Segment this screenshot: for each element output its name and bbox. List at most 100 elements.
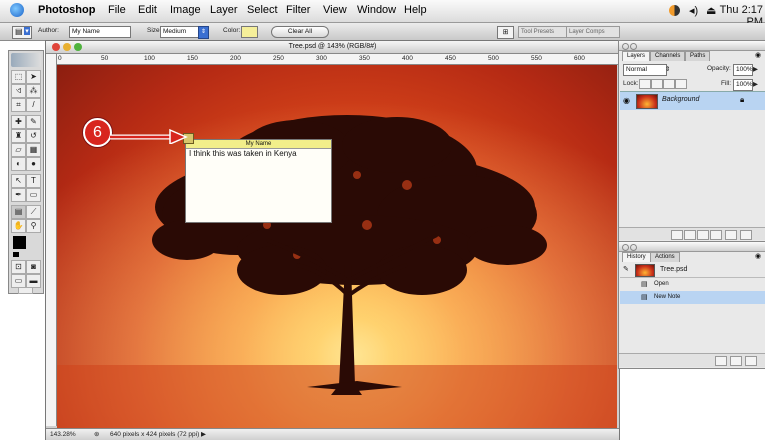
new-snapshot-icon[interactable]: [730, 356, 742, 366]
palette-menu-icon[interactable]: ◉: [755, 252, 761, 260]
screen-mode-icon[interactable]: ▭: [11, 274, 26, 288]
history-brush-tool-icon[interactable]: ↺: [26, 129, 41, 143]
hand-tool-icon[interactable]: ✋: [11, 219, 26, 233]
pen-tool-icon[interactable]: ✒: [11, 188, 26, 202]
palette-menu-icon[interactable]: ◉: [755, 51, 761, 59]
file-browser-icon[interactable]: ⊞: [497, 26, 514, 39]
shape-tool-icon[interactable]: ▭: [26, 188, 41, 202]
eyedropper-tool-icon[interactable]: ⟋: [26, 205, 41, 219]
history-state-label: New Note: [654, 294, 681, 300]
tab-paths[interactable]: Paths: [685, 51, 711, 61]
new-set-icon[interactable]: [697, 230, 709, 240]
healing-brush-tool-icon[interactable]: ✚: [11, 115, 26, 129]
lasso-tool-icon[interactable]: ଏ: [11, 84, 26, 98]
full-screen-mode-icon[interactable]: ▬: [26, 274, 41, 288]
tab-actions[interactable]: Actions: [650, 252, 680, 262]
opacity-arrow-icon[interactable]: ▶: [753, 65, 758, 73]
clone-stamp-tool-icon[interactable]: ♜: [11, 129, 26, 143]
clear-all-button[interactable]: Clear All: [271, 26, 329, 38]
opacity-input[interactable]: 100%: [733, 64, 753, 76]
author-input[interactable]: My Name: [69, 26, 131, 38]
layer-mask-icon[interactable]: [684, 230, 696, 240]
new-document-from-state-icon[interactable]: [715, 356, 727, 366]
note-text[interactable]: I think this was taken in Kenya: [189, 149, 297, 158]
menu-select[interactable]: Select: [247, 4, 278, 16]
gradient-tool-icon[interactable]: ▦: [26, 143, 41, 157]
size-dropdown-icon[interactable]: ⇕: [198, 26, 209, 39]
palette-close-icon[interactable]: [622, 244, 629, 251]
history-palette-titlebar[interactable]: [619, 242, 765, 252]
brush-tool-icon[interactable]: ✎: [26, 115, 41, 129]
status-menu-arrow-icon[interactable]: ▶: [201, 430, 206, 438]
trash-icon[interactable]: [740, 230, 752, 240]
menu-help[interactable]: Help: [404, 4, 427, 16]
ruler-left[interactable]: [46, 54, 57, 426]
standard-mode-icon[interactable]: ⊡: [11, 260, 26, 274]
lock-position-icon[interactable]: [663, 79, 675, 89]
adjustment-layer-icon[interactable]: [710, 230, 722, 240]
dodge-tool-icon[interactable]: ●: [26, 157, 41, 171]
tab-channels[interactable]: Channels: [650, 51, 686, 61]
palette-minimize-icon[interactable]: [630, 43, 637, 50]
menu-view[interactable]: View: [323, 4, 347, 16]
notes-tool-icon[interactable]: ▤: [11, 205, 26, 219]
slice-tool-icon[interactable]: /: [26, 98, 41, 112]
path-selection-tool-icon[interactable]: ↖: [11, 174, 26, 188]
menu-image[interactable]: Image: [170, 4, 201, 16]
adobe-online-icon[interactable]: [11, 53, 41, 67]
history-state-row[interactable]: ▤ Open: [620, 278, 765, 291]
history-state-row-selected[interactable]: ▤ New Note: [620, 291, 765, 304]
palette-close-icon[interactable]: [622, 43, 629, 50]
layer-row-background[interactable]: ◉ Background 🔒︎: [620, 91, 765, 110]
annotation-note[interactable]: My Name I think this was taken in Kenya: [185, 139, 332, 223]
lock-all-icon[interactable]: [675, 79, 687, 89]
blur-tool-icon[interactable]: ◐: [11, 157, 26, 171]
default-colors-icon[interactable]: [13, 252, 19, 257]
ruler-top[interactable]: 0 50 100 150 200 250 300 350 400 450 500…: [56, 54, 619, 65]
zoom-level[interactable]: 143.28%: [50, 431, 76, 438]
lock-transparency-icon[interactable]: [639, 79, 651, 89]
trash-icon[interactable]: [745, 356, 757, 366]
menu-file[interactable]: File: [108, 4, 126, 16]
crop-tool-icon[interactable]: ⌗: [11, 98, 26, 112]
volume-icon[interactable]: ◂): [689, 4, 698, 17]
layers-palette-titlebar[interactable]: [619, 41, 765, 51]
menu-edit[interactable]: Edit: [138, 4, 157, 16]
foreground-color-swatch[interactable]: [13, 236, 26, 249]
layer-name[interactable]: Background: [662, 96, 699, 103]
note-color-swatch[interactable]: [241, 26, 258, 38]
tab-layer-comps[interactable]: Layer Comps: [566, 26, 620, 38]
menu-filter[interactable]: Filter: [286, 4, 310, 16]
history-brush-source-icon[interactable]: ✎: [623, 265, 629, 273]
menu-window[interactable]: Window: [357, 4, 396, 16]
move-tool-icon[interactable]: ➤: [26, 70, 41, 84]
apple-icon[interactable]: [10, 3, 24, 17]
tab-layers[interactable]: Layers: [622, 51, 651, 61]
tool-preset-picker[interactable]: ▤ ▾: [12, 26, 32, 39]
opacity-label: Opacity:: [707, 65, 731, 72]
image-canvas[interactable]: [57, 65, 617, 428]
type-tool-icon[interactable]: T: [26, 174, 41, 188]
blend-mode-stepper-icon[interactable]: ⇕: [665, 65, 670, 73]
fill-arrow-icon[interactable]: ▶: [753, 80, 758, 88]
app-menu[interactable]: Photoshop: [38, 4, 95, 16]
jump-to-imageready-icon[interactable]: [18, 287, 33, 294]
tab-history[interactable]: History: [622, 252, 651, 262]
eraser-tool-icon[interactable]: ▱: [11, 143, 26, 157]
magic-wand-tool-icon[interactable]: ⁂: [26, 84, 41, 98]
zoom-tool-icon[interactable]: ⚲: [26, 219, 41, 233]
marquee-tool-icon[interactable]: ⬚: [11, 70, 26, 84]
menu-layer[interactable]: Layer: [210, 4, 238, 16]
lock-image-icon[interactable]: [651, 79, 663, 89]
fill-input[interactable]: 100%: [733, 79, 753, 91]
size-select[interactable]: Medium: [160, 26, 200, 38]
eye-visibility-icon[interactable]: ◉: [623, 96, 630, 105]
note-author[interactable]: My Name: [186, 140, 331, 149]
palette-minimize-icon[interactable]: [630, 244, 637, 251]
status-icon[interactable]: [669, 5, 680, 16]
blend-mode-select[interactable]: Normal: [623, 64, 667, 76]
new-layer-icon[interactable]: [725, 230, 737, 240]
history-snapshot-row[interactable]: ✎ Tree.psd: [620, 263, 765, 278]
quick-mask-mode-icon[interactable]: ◙: [26, 260, 41, 274]
layer-style-icon[interactable]: [671, 230, 683, 240]
